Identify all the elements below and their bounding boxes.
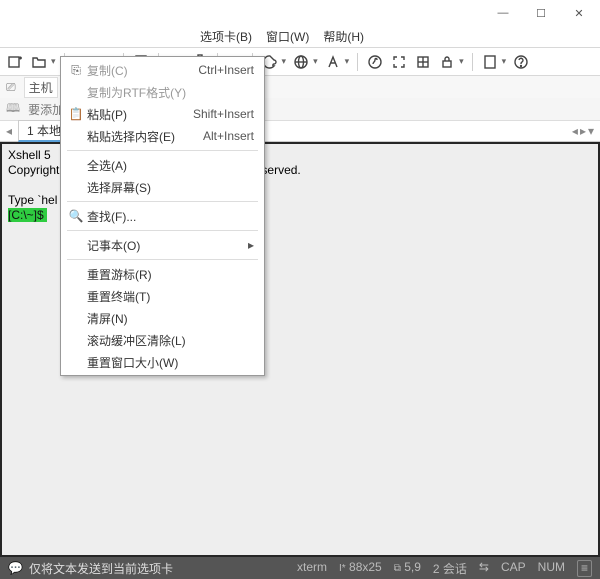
separator	[67, 259, 258, 260]
chevron-down-icon[interactable]: ▾	[51, 56, 56, 67]
titlebar: — ☐ ✕	[0, 0, 600, 26]
menu-copy[interactable]: ⎘复制(C)Ctrl+Insert	[61, 59, 264, 81]
menu-reset-cursor[interactable]: 重置游标(R)	[61, 263, 264, 285]
status-size: I* 88x25	[339, 560, 382, 577]
transparency-icon[interactable]	[414, 53, 432, 71]
status-termtype: xterm	[297, 560, 327, 577]
close-button[interactable]: ✕	[560, 1, 598, 25]
status-bar: 💬 仅将文本发送到当前选项卡 xterm I* 88x25 ⧉ 5,9 2 会话…	[0, 557, 600, 579]
menu-window[interactable]: 窗口(W)	[266, 28, 309, 45]
encoding-icon[interactable]	[292, 53, 310, 71]
status-message: 仅将文本发送到当前选项卡	[29, 560, 173, 577]
status-num: NUM	[538, 560, 565, 577]
menu-reset-terminal[interactable]: 重置终端(T)	[61, 285, 264, 307]
menu-select-screen[interactable]: 选择屏幕(S)	[61, 176, 264, 198]
minimize-button[interactable]: —	[484, 1, 522, 25]
menu-paste[interactable]: 📋粘贴(P)Shift+Insert	[61, 103, 264, 125]
menu-find[interactable]: 🔍查找(F)...	[61, 205, 264, 227]
host-input[interactable]: 主机	[24, 77, 58, 98]
separator	[472, 53, 473, 71]
transfer-icon[interactable]	[366, 53, 384, 71]
chevron-down-icon[interactable]: ▾	[459, 56, 464, 67]
menu-help[interactable]: 帮助(H)	[323, 28, 364, 45]
separator	[357, 53, 358, 71]
status-cap: CAP	[501, 560, 526, 577]
tab-scroll-right-icon[interactable]: ▸	[580, 124, 586, 138]
chevron-down-icon[interactable]: ▾	[345, 56, 350, 67]
chevron-down-icon[interactable]: ▾	[502, 56, 507, 67]
menu-paste-selection[interactable]: 粘贴选择内容(E)Alt+Insert	[61, 125, 264, 147]
menu-clear-screen[interactable]: 清屏(N)	[61, 307, 264, 329]
lock-icon[interactable]	[438, 53, 456, 71]
status-toggle-arrows[interactable]: ⇆	[479, 560, 489, 577]
font-icon[interactable]	[324, 53, 342, 71]
status-cursor: ⧉ 5,9	[394, 560, 421, 577]
menu-notepad[interactable]: 记事本(O)▸	[61, 234, 264, 256]
menu-select-all[interactable]: 全选(A)	[61, 154, 264, 176]
separator	[67, 150, 258, 151]
open-icon[interactable]	[30, 53, 48, 71]
menu-clear-scrollback[interactable]: 滚动缓冲区清除(L)	[61, 329, 264, 351]
status-sessions: 2 会话	[433, 560, 467, 577]
separator	[67, 201, 258, 202]
chevron-down-icon[interactable]: ▾	[282, 56, 287, 67]
new-session-icon[interactable]	[6, 53, 24, 71]
chevron-down-icon[interactable]: ▾	[313, 56, 318, 67]
tab-menu-icon[interactable]: ▾	[588, 124, 594, 138]
status-grip-icon: ≡	[577, 560, 592, 577]
menu-reset-window-size[interactable]: 重置窗口大小(W)	[61, 351, 264, 373]
fullscreen-icon[interactable]	[390, 53, 408, 71]
menubar: 选项卡(B) 窗口(W) 帮助(H)	[0, 26, 600, 48]
prompt: [C:\~]$	[8, 208, 47, 222]
context-menu: ⎘复制(C)Ctrl+Insert 复制为RTF格式(Y) 📋粘贴(P)Shif…	[60, 56, 265, 376]
menu-copy-rtf[interactable]: 复制为RTF格式(Y)	[61, 81, 264, 103]
tab-scroll-left-icon[interactable]: ◂	[572, 124, 578, 138]
help-icon[interactable]	[512, 53, 530, 71]
separator	[67, 230, 258, 231]
add-favorite[interactable]: 要添加	[28, 101, 64, 118]
menu-tabs[interactable]: 选项卡(B)	[200, 28, 252, 45]
script-icon[interactable]	[481, 53, 499, 71]
maximize-button[interactable]: ☐	[522, 1, 560, 25]
